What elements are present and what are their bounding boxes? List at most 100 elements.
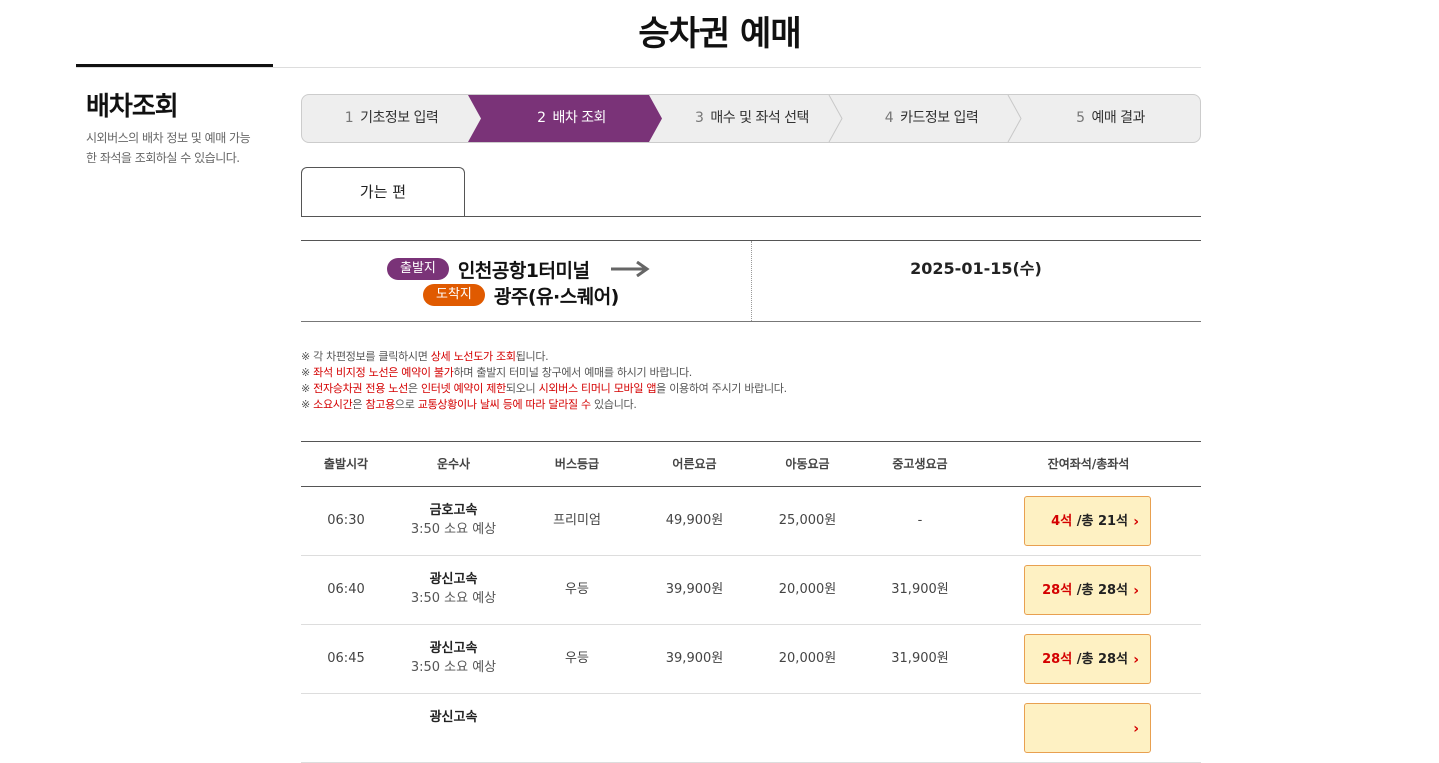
progress-steps: 1 기초정보 입력 2 배차 조회 3 매수 및 좌석 선택 4 카드정보 입력…: [301, 94, 1201, 143]
bus-grade: 우등: [565, 651, 589, 666]
total-seats: /총 28석: [1072, 652, 1128, 667]
notice-text: 하며 출발지 터미널 창구에서 예매를 하시기 바랍니다.: [453, 366, 693, 379]
page-title: 승차권 예매: [638, 14, 801, 54]
select-seat-button[interactable]: ›: [1024, 703, 1151, 753]
duration: 3:50 소요 예상: [410, 591, 497, 606]
step-number: 1: [344, 110, 354, 126]
th-adult-fare: 어른요금: [672, 457, 717, 471]
notice-highlight: 좌석 비지정 노선은 예약이 불가: [313, 366, 454, 379]
th-child-fare: 아동요금: [785, 457, 830, 471]
th-bus-grade: 버스등급: [554, 457, 600, 471]
step-2: 2 배차 조회: [481, 95, 662, 142]
company-cell: 광신고속 3:50 소요 예상: [391, 570, 516, 609]
chevron-right-icon: ›: [1133, 721, 1139, 737]
company-name: 광신고속: [429, 641, 478, 656]
route-divider: [751, 241, 752, 321]
step-1: 1 기초정보 입력: [302, 95, 481, 142]
select-seat-button[interactable]: 28석 /총 28석 ›: [1024, 565, 1151, 615]
step-number: 3: [695, 110, 704, 126]
adult-fare: 49,900원: [665, 513, 724, 528]
table-header: 출발시각 운수사 버스등급 어른요금 아동요금 중고생요금 잔여좌석/총좌석: [301, 442, 1201, 487]
adult-fare: 39,900원: [665, 582, 724, 597]
departure-time: 06:45: [327, 651, 365, 666]
table-row[interactable]: 06:40 광신고속 3:50 소요 예상 우등 39,900원 20,000원 31,90…: [301, 556, 1201, 625]
route-summary: 출발지 인천공항1터미널 도착지 광주(유·스퀘어) 2025-01-15(수): [301, 240, 1201, 322]
notice-text: 되오니: [505, 382, 539, 395]
company-cell: 금호고속 3:50 소요 예상: [391, 501, 516, 540]
company-name: 광신고속: [429, 710, 478, 725]
notice-line: ※ 좌석 비지정 노선은 예약이 불가하며 출발지 터미널 창구에서 예매를 하…: [301, 365, 787, 381]
total-seats: /총 21석: [1072, 514, 1128, 529]
notice-highlight: 전자승차권 전용 노선: [313, 382, 408, 395]
available-seats: 28석: [1042, 583, 1073, 598]
chevron-right-icon: ›: [1133, 514, 1139, 530]
departure-time: [301, 694, 391, 762]
notice-list: ※ 각 차편정보를 클릭하시면 상세 노선도가 조회됩니다. ※ 좌석 비지정 노…: [301, 349, 787, 413]
table-row[interactable]: 06:45 광신고속 3:50 소요 예상 우등 39,900원 20,000원 31,90…: [301, 625, 1201, 694]
th-departure-time: 출발시각: [323, 457, 369, 471]
notice-text: ※: [301, 366, 314, 379]
tab-outbound[interactable]: 가는 편: [301, 167, 465, 216]
company-cell: 광신고속 3:50 소요 예상: [391, 639, 516, 678]
bus-grade: 우등: [565, 582, 589, 597]
total-seats: /총 28석: [1072, 583, 1128, 598]
available-seats: 4석: [1051, 514, 1073, 529]
student-fare: [864, 694, 976, 762]
step-label: 매수 및 좌석 선택: [710, 110, 809, 126]
notice-text: 으로: [394, 398, 418, 411]
student-fare: 31,900원: [891, 582, 949, 597]
notice-text: 은: [352, 398, 366, 411]
arrow-right-icon: [611, 261, 651, 277]
notice-text: ※ 각 차편정보를 클릭하시면: [301, 350, 431, 363]
depart-place: 인천공항1터미널: [457, 259, 590, 282]
table-row[interactable]: 광신고속 ›: [301, 694, 1201, 763]
notice-text: 은: [407, 382, 421, 395]
step-label: 배차 조회: [552, 110, 606, 126]
sidebar-description: 시외버스의 배차 정보 및 예매 가능한 좌석을 조회하실 수 있습니다.: [86, 131, 251, 165]
arrive-row: 도착지 광주(유·스퀘어): [423, 283, 619, 308]
notice-highlight: 소요시간: [313, 398, 353, 411]
notice-line: ※ 소요시간은 참고용으로 교통상황이나 날씨 등에 따라 달라질 수 있습니다…: [301, 397, 787, 413]
depart-row: 출발지 인천공항1터미널: [387, 257, 651, 282]
step-number: 4: [884, 110, 894, 126]
select-seat-button[interactable]: 4석 /총 21석 ›: [1024, 496, 1151, 546]
child-fare: 25,000원: [778, 513, 837, 528]
duration: 3:50 소요 예상: [410, 660, 497, 675]
child-fare: 20,000원: [778, 651, 837, 666]
step-label: 기초정보 입력: [360, 110, 439, 126]
step-label: 예매 결과: [1091, 110, 1145, 126]
step-number: 2: [537, 110, 546, 126]
adult-fare: [638, 694, 751, 762]
arrive-badge: 도착지: [423, 284, 485, 306]
select-seat-button[interactable]: 28석 /총 28석 ›: [1024, 634, 1151, 684]
child-fare: 20,000원: [778, 582, 837, 597]
notice-text: 됩니다.: [515, 350, 549, 363]
sidebar-title: 배차조회: [86, 92, 179, 122]
departure-time: 06:40: [327, 582, 365, 597]
notice-text: ※: [301, 382, 314, 395]
tab-underline: [301, 216, 1201, 217]
notice-highlight: 인터넷 예약이 제한: [420, 382, 506, 395]
notice-highlight: 시외버스 티머니 모바일 앱: [538, 382, 657, 395]
notice-highlight: 교통상황이나 날씨 등에 따라 달라질 수: [417, 398, 591, 411]
notice-text: 을 이용하여 주시기 바랍니다.: [656, 382, 787, 395]
notice-text: ※: [301, 398, 314, 411]
available-seats: 28석: [1042, 652, 1073, 667]
bus-grade: [516, 694, 638, 762]
depart-badge: 출발지: [387, 258, 449, 280]
step-number: 5: [1076, 110, 1085, 126]
step-label: 카드정보 입력: [900, 110, 979, 126]
step-4: 4 카드정보 입력: [842, 95, 1021, 142]
notice-highlight: 참고용: [365, 398, 395, 411]
arrive-place: 광주(유·스퀘어): [493, 285, 619, 308]
student-fare: 31,900원: [891, 651, 949, 666]
sidebar-accent-bar: [76, 64, 273, 67]
company-name: 금호고속: [429, 503, 478, 518]
table-row[interactable]: 06:30 금호고속 3:50 소요 예상 프리미엄 49,900원 25,000원 - 4석…: [301, 487, 1201, 556]
notice-line: ※ 전자승차권 전용 노선은 인터넷 예약이 제한되오니 시외버스 티머니 모바…: [301, 381, 787, 397]
header-divider: [76, 67, 1201, 68]
student-fare: -: [917, 513, 923, 528]
th-company: 운수사: [436, 457, 471, 471]
bus-grade: 프리미엄: [553, 513, 601, 528]
departure-date: 2025-01-15(수): [910, 259, 1042, 278]
